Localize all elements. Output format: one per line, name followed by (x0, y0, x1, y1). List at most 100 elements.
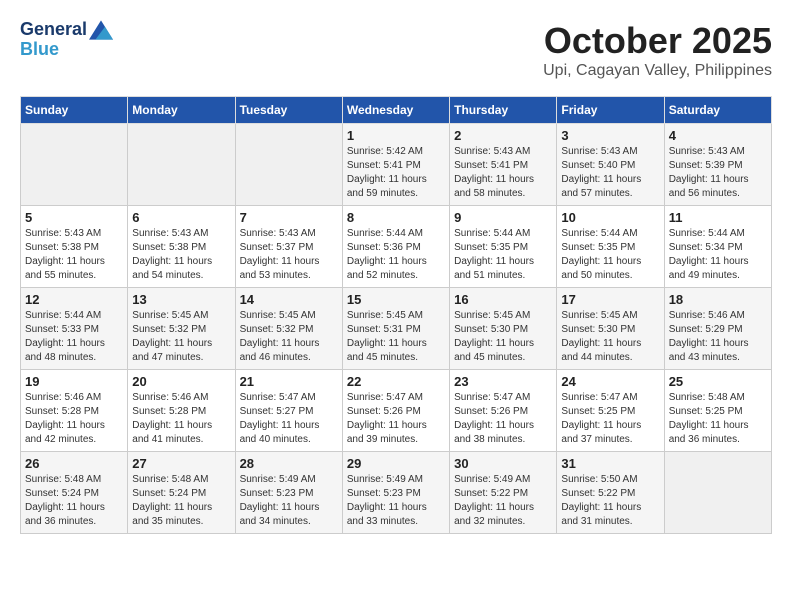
table-row: 9Sunrise: 5:44 AM Sunset: 5:35 PM Daylig… (450, 206, 557, 288)
day-number: 18 (669, 292, 767, 307)
header-saturday: Saturday (664, 97, 771, 124)
day-number: 22 (347, 374, 445, 389)
day-info: Sunrise: 5:44 AM Sunset: 5:33 PM Dayligh… (25, 309, 123, 365)
table-row: 21Sunrise: 5:47 AM Sunset: 5:27 PM Dayli… (235, 370, 342, 452)
day-number: 20 (132, 374, 230, 389)
calendar-week-row: 1 Sunrise: 5:42 AM Sunset: 5:41 PM Daylig… (21, 124, 772, 206)
table-row (21, 124, 128, 206)
day-info: Sunrise: 5:45 AM Sunset: 5:32 PM Dayligh… (240, 309, 338, 365)
table-row: 14 Sunrise: 5:45 AM Sunset: 5:32 PM Dayli… (235, 288, 342, 370)
table-row: 16 Sunrise: 5:45 AM Sunset: 5:30 PM Dayli… (450, 288, 557, 370)
header-sunday: Sunday (21, 97, 128, 124)
day-info: Sunrise: 5:43 AM Sunset: 5:40 PM Dayligh… (561, 145, 659, 201)
table-row: 24Sunrise: 5:47 AM Sunset: 5:25 PM Dayli… (557, 370, 664, 452)
weekday-header-row: Sunday Monday Tuesday Wednesday Thursday… (21, 97, 772, 124)
day-info: Sunrise: 5:48 AM Sunset: 5:24 PM Dayligh… (25, 473, 123, 529)
day-info: Sunrise: 5:42 AM Sunset: 5:41 PM Dayligh… (347, 145, 445, 201)
header-tuesday: Tuesday (235, 97, 342, 124)
table-row: 6 Sunrise: 5:43 AM Sunset: 5:38 PM Daylig… (128, 206, 235, 288)
day-info: Sunrise: 5:47 AM Sunset: 5:26 PM Dayligh… (454, 391, 552, 447)
day-info: Sunrise: 5:45 AM Sunset: 5:30 PM Dayligh… (561, 309, 659, 365)
day-number: 7 (240, 210, 338, 225)
day-number: 5 (25, 210, 123, 225)
day-number: 16 (454, 292, 552, 307)
table-row: 18 Sunrise: 5:46 AM Sunset: 5:29 PM Dayli… (664, 288, 771, 370)
table-row: 5 Sunrise: 5:43 AM Sunset: 5:38 PM Daylig… (21, 206, 128, 288)
day-info: Sunrise: 5:45 AM Sunset: 5:32 PM Dayligh… (132, 309, 230, 365)
day-number: 13 (132, 292, 230, 307)
table-row (235, 124, 342, 206)
day-number: 17 (561, 292, 659, 307)
table-row: 7Sunrise: 5:43 AM Sunset: 5:37 PM Daylig… (235, 206, 342, 288)
day-info: Sunrise: 5:48 AM Sunset: 5:25 PM Dayligh… (669, 391, 767, 447)
day-number: 21 (240, 374, 338, 389)
month-title: October 2025 (543, 20, 772, 62)
day-number: 24 (561, 374, 659, 389)
logo-general: General (20, 20, 87, 40)
calendar-week-row: 19 Sunrise: 5:46 AM Sunset: 5:28 PM Dayli… (21, 370, 772, 452)
table-row: 27 Sunrise: 5:48 AM Sunset: 5:24 PM Dayli… (128, 452, 235, 534)
day-number: 31 (561, 456, 659, 471)
table-row: 23 Sunrise: 5:47 AM Sunset: 5:26 PM Dayli… (450, 370, 557, 452)
day-info: Sunrise: 5:43 AM Sunset: 5:38 PM Dayligh… (25, 227, 123, 283)
day-number: 6 (132, 210, 230, 225)
calendar: Sunday Monday Tuesday Wednesday Thursday… (20, 96, 772, 534)
day-info: Sunrise: 5:46 AM Sunset: 5:29 PM Dayligh… (669, 309, 767, 365)
day-number: 23 (454, 374, 552, 389)
header-thursday: Thursday (450, 97, 557, 124)
day-info: Sunrise: 5:45 AM Sunset: 5:30 PM Dayligh… (454, 309, 552, 365)
day-info: Sunrise: 5:43 AM Sunset: 5:39 PM Dayligh… (669, 145, 767, 201)
logo-blue: Blue (20, 39, 59, 59)
day-info: Sunrise: 5:44 AM Sunset: 5:34 PM Dayligh… (669, 227, 767, 283)
table-row: 26 Sunrise: 5:48 AM Sunset: 5:24 PM Dayli… (21, 452, 128, 534)
header-friday: Friday (557, 97, 664, 124)
day-number: 8 (347, 210, 445, 225)
day-info: Sunrise: 5:43 AM Sunset: 5:41 PM Dayligh… (454, 145, 552, 201)
day-number: 27 (132, 456, 230, 471)
logo-icon (89, 20, 113, 40)
calendar-week-row: 26 Sunrise: 5:48 AM Sunset: 5:24 PM Dayli… (21, 452, 772, 534)
day-number: 10 (561, 210, 659, 225)
table-row: 31 Sunrise: 5:50 AM Sunset: 5:22 PM Dayli… (557, 452, 664, 534)
day-info: Sunrise: 5:50 AM Sunset: 5:22 PM Dayligh… (561, 473, 659, 529)
table-row: 12 Sunrise: 5:44 AM Sunset: 5:33 PM Dayli… (21, 288, 128, 370)
table-row: 8Sunrise: 5:44 AM Sunset: 5:36 PM Daylig… (342, 206, 449, 288)
table-row: 28 Sunrise: 5:49 AM Sunset: 5:23 PM Dayli… (235, 452, 342, 534)
table-row: 3 Sunrise: 5:43 AM Sunset: 5:40 PM Daylig… (557, 124, 664, 206)
table-row: 4 Sunrise: 5:43 AM Sunset: 5:39 PM Daylig… (664, 124, 771, 206)
day-info: Sunrise: 5:43 AM Sunset: 5:38 PM Dayligh… (132, 227, 230, 283)
day-number: 4 (669, 128, 767, 143)
day-info: Sunrise: 5:46 AM Sunset: 5:28 PM Dayligh… (132, 391, 230, 447)
table-row (664, 452, 771, 534)
day-info: Sunrise: 5:49 AM Sunset: 5:23 PM Dayligh… (347, 473, 445, 529)
calendar-week-row: 12 Sunrise: 5:44 AM Sunset: 5:33 PM Dayli… (21, 288, 772, 370)
day-number: 3 (561, 128, 659, 143)
table-row: 30Sunrise: 5:49 AM Sunset: 5:22 PM Dayli… (450, 452, 557, 534)
table-row: 17 Sunrise: 5:45 AM Sunset: 5:30 PM Dayli… (557, 288, 664, 370)
header-monday: Monday (128, 97, 235, 124)
day-info: Sunrise: 5:48 AM Sunset: 5:24 PM Dayligh… (132, 473, 230, 529)
day-number: 25 (669, 374, 767, 389)
table-row: 13 Sunrise: 5:45 AM Sunset: 5:32 PM Dayli… (128, 288, 235, 370)
logo: General Blue (20, 20, 113, 60)
day-number: 1 (347, 128, 445, 143)
day-info: Sunrise: 5:45 AM Sunset: 5:31 PM Dayligh… (347, 309, 445, 365)
table-row: 2Sunrise: 5:43 AM Sunset: 5:41 PM Daylig… (450, 124, 557, 206)
subtitle: Upi, Cagayan Valley, Philippines (543, 62, 772, 80)
table-row: 22 Sunrise: 5:47 AM Sunset: 5:26 PM Dayli… (342, 370, 449, 452)
table-row: 25 Sunrise: 5:48 AM Sunset: 5:25 PM Dayli… (664, 370, 771, 452)
day-number: 28 (240, 456, 338, 471)
table-row: 11Sunrise: 5:44 AM Sunset: 5:34 PM Dayli… (664, 206, 771, 288)
header-wednesday: Wednesday (342, 97, 449, 124)
day-number: 9 (454, 210, 552, 225)
table-row: 1 Sunrise: 5:42 AM Sunset: 5:41 PM Daylig… (342, 124, 449, 206)
table-row: 19Sunrise: 5:46 AM Sunset: 5:28 PM Dayli… (21, 370, 128, 452)
day-number: 12 (25, 292, 123, 307)
day-info: Sunrise: 5:47 AM Sunset: 5:26 PM Dayligh… (347, 391, 445, 447)
day-number: 14 (240, 292, 338, 307)
table-row: 29Sunrise: 5:49 AM Sunset: 5:23 PM Dayli… (342, 452, 449, 534)
day-number: 26 (25, 456, 123, 471)
day-info: Sunrise: 5:49 AM Sunset: 5:23 PM Dayligh… (240, 473, 338, 529)
day-number: 19 (25, 374, 123, 389)
calendar-week-row: 5 Sunrise: 5:43 AM Sunset: 5:38 PM Daylig… (21, 206, 772, 288)
